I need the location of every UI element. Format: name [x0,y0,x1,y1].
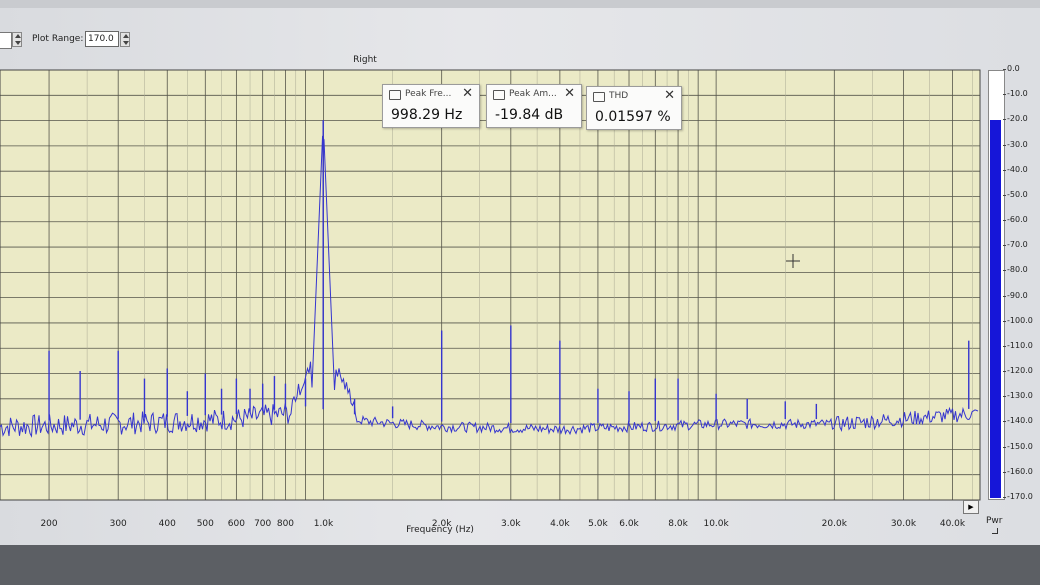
x-tick-label: 500 [197,519,214,529]
thd-popup[interactable]: THD ✕ 0.01597 % [586,86,682,130]
meter-tick-label: 0.0 [1003,64,1020,73]
x-tick-label: 30.0k [891,519,917,529]
meter-tick-label: -30.0 [1003,139,1028,149]
resize-corner-icon[interactable] [992,528,998,534]
window-icon [593,92,605,102]
close-icon[interactable]: ✕ [564,86,575,101]
x-tick-label: 600 [228,519,245,529]
close-icon[interactable]: ✕ [462,86,473,101]
peak-amplitude-value: -19.84 dB [495,107,564,123]
x-tick-label: 6.0k [619,519,639,529]
close-icon[interactable]: ✕ [664,88,675,103]
x-tick-label: 400 [159,519,176,529]
meter-tick-label: -130.0 [1003,391,1033,401]
window-icon [389,90,401,100]
window-icon [493,90,505,100]
x-tick-label: 10.0k [703,519,729,529]
meter-tick-label: -40.0 [1003,164,1028,174]
power-meter-bar [990,119,1001,498]
x-tick-label: 40.0k [940,519,966,529]
meter-tick-label: -120.0 [1003,366,1033,376]
meter-tick-label: -20.0 [1003,114,1028,124]
scroll-right-button[interactable]: ▶ [963,500,979,514]
thd-value: 0.01597 % [595,109,671,125]
meter-tick-label: -160.0 [1003,466,1033,476]
popup-label: Peak Am... [509,89,557,99]
x-tick-label: 200 [40,519,57,529]
x-tick-label: 300 [110,519,127,529]
plot-area[interactable] [0,70,980,500]
meter-tick-label: -50.0 [1003,189,1028,199]
x-tick-label: 8.0k [668,519,688,529]
app-window: Plot Range: 170.0 Right 200 300 400 500 600 7… [0,0,1040,545]
x-tick-label: 700 [254,519,271,529]
popup-label: THD [609,91,629,101]
meter-tick-label: -100.0 [1003,315,1033,325]
meter-tick-label: -90.0 [1003,290,1028,300]
x-tick-label: 20.0k [822,519,848,529]
x-tick-label: 800 [277,519,294,529]
meter-tick-label: -80.0 [1003,265,1028,275]
peak-amplitude-popup[interactable]: Peak Am... ✕ -19.84 dB [486,84,582,128]
meter-tick-label: -110.0 [1003,340,1033,350]
peak-frequency-popup[interactable]: Peak Fre... ✕ 998.29 Hz [382,84,480,128]
x-tick-label: 5.0k [588,519,608,529]
popup-label: Peak Fre... [405,89,452,99]
meter-tick-label: -170.0 [1003,492,1033,501]
power-meter-label: Pwr [986,516,1003,526]
spectrum-chart[interactable]: 200 300 400 500 600 700 800 1.0k 2.0k 3.0k 4.0k 5.0… [0,0,1040,545]
x-axis-label: Frequency (Hz) [406,525,474,535]
meter-tick-label: -150.0 [1003,441,1033,451]
meter-tick-label: -10.0 [1003,89,1028,99]
meter-tick-label: -70.0 [1003,240,1028,250]
meter-tick-label: -60.0 [1003,215,1028,225]
meter-tick-label: -140.0 [1003,416,1033,426]
peak-frequency-value: 998.29 Hz [391,107,463,123]
